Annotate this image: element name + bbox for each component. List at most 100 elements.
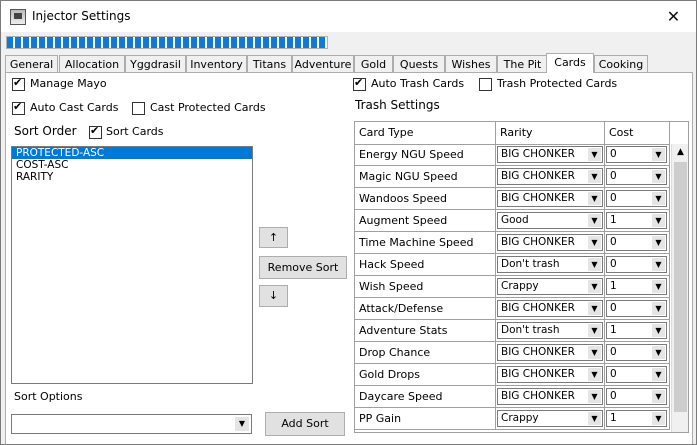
rarity-cell: BIG CHONKER ▼: [496, 188, 605, 210]
chevron-down-icon: ▼: [588, 324, 601, 337]
table-row: Daycare Speed BIG CHONKER ▼ 0 ▼: [355, 386, 670, 408]
rarity-select[interactable]: BIG CHONKER ▼: [497, 366, 603, 383]
sort-options-select[interactable]: ▼: [11, 414, 252, 434]
sort-cards-checkbox[interactable]: [89, 124, 102, 139]
card-type-cell: Magic NGU Speed: [355, 166, 496, 188]
rarity-select[interactable]: BIG CHONKER ▼: [497, 344, 603, 361]
chevron-down-icon: ▼: [588, 148, 601, 161]
auto-trash-cards-label: Auto Trash Cards: [371, 77, 465, 90]
chevron-down-icon: ▼: [588, 346, 601, 359]
rarity-select[interactable]: Crappy ▼: [497, 278, 603, 295]
cost-cell: 1 ▼: [605, 276, 670, 298]
rarity-select[interactable]: BIG CHONKER ▼: [497, 146, 603, 163]
tab-gold[interactable]: Gold: [354, 55, 393, 73]
cost-select[interactable]: 0 ▼: [606, 300, 667, 317]
cost-cell: 0 ▼: [605, 232, 670, 254]
rarity-select[interactable]: Good ▼: [497, 212, 603, 229]
tab-titans[interactable]: Titans: [247, 55, 292, 73]
column-header-rarity[interactable]: Rarity: [496, 122, 605, 144]
rarity-value: Crappy: [501, 412, 539, 424]
cost-select[interactable]: 0 ▼: [606, 190, 667, 207]
column-header-cost[interactable]: Cost: [605, 122, 670, 144]
cost-select[interactable]: 0 ▼: [606, 388, 667, 405]
manage-mayo-checkbox[interactable]: [12, 76, 25, 91]
auto-cast-cards-label: Auto Cast Cards: [30, 101, 119, 114]
tab-allocation[interactable]: Allocation: [59, 55, 125, 73]
tab-quests[interactable]: Quests: [393, 55, 445, 73]
cost-select[interactable]: 0 ▼: [606, 344, 667, 361]
rarity-select[interactable]: Don't trash ▼: [497, 322, 603, 339]
scroll-up-icon[interactable]: ▲: [672, 144, 688, 160]
rarity-value: Crappy: [501, 280, 539, 292]
tab-yggdrasil[interactable]: Yggdrasil: [125, 55, 186, 73]
window-title: Injector Settings: [32, 9, 131, 23]
cost-value: 1: [610, 214, 617, 226]
chevron-down-icon: ▼: [652, 214, 665, 227]
cost-select[interactable]: 1 ▼: [606, 410, 667, 427]
card-type-cell: Augment Speed: [355, 210, 496, 232]
grid-scrollbar[interactable]: ▲: [671, 144, 688, 432]
tab-cooking[interactable]: Cooking: [594, 55, 648, 73]
list-item[interactable]: RARITY: [12, 171, 252, 183]
cost-select[interactable]: 1 ▼: [606, 322, 667, 339]
table-row: PP Gain Crappy ▼ 1 ▼: [355, 408, 670, 430]
chevron-down-icon: ▼: [652, 148, 665, 161]
auto-cast-cards-checkbox[interactable]: [12, 100, 25, 115]
card-type-cell: Time Machine Speed: [355, 232, 496, 254]
chevron-down-icon: ▼: [652, 302, 665, 315]
rarity-value: Don't trash: [501, 258, 560, 270]
rarity-select[interactable]: Crappy ▼: [497, 410, 603, 427]
cost-select[interactable]: 1 ▼: [606, 212, 667, 229]
rarity-value: Don't trash: [501, 324, 560, 336]
chevron-down-icon: ▼: [652, 390, 665, 403]
add-sort-button[interactable]: Add Sort: [265, 412, 345, 436]
list-item[interactable]: PROTECTED-ASC: [12, 147, 252, 159]
cost-value: 0: [610, 390, 617, 402]
rarity-select[interactable]: BIG CHONKER ▼: [497, 234, 603, 251]
list-item[interactable]: COST-ASC: [12, 159, 252, 171]
trash-protected-cards-checkbox[interactable]: [479, 78, 492, 91]
cost-select[interactable]: 0 ▼: [606, 256, 667, 273]
chevron-down-icon: ▼: [588, 368, 601, 381]
rarity-cell: BIG CHONKER ▼: [496, 232, 605, 254]
rarity-select[interactable]: BIG CHONKER ▼: [497, 388, 603, 405]
move-up-button[interactable]: ↑: [259, 227, 288, 248]
progress-fill: [7, 37, 327, 48]
tab-general[interactable]: General: [5, 55, 58, 73]
auto-trash-cards-checkbox[interactable]: [353, 76, 366, 91]
cost-select[interactable]: 0 ▼: [606, 366, 667, 383]
column-header-card-type[interactable]: Card Type: [355, 122, 496, 144]
sort-order-listbox[interactable]: PROTECTED-ASC COST-ASC RARITY: [11, 146, 253, 384]
tab-wishes[interactable]: Wishes: [445, 55, 497, 73]
tab-inventory[interactable]: Inventory: [186, 55, 247, 73]
rarity-select[interactable]: BIG CHONKER ▼: [497, 300, 603, 317]
move-down-button[interactable]: ↓: [259, 285, 288, 307]
table-row: Hack Speed Don't trash ▼ 0 ▼: [355, 254, 670, 276]
rarity-value: BIG CHONKER: [501, 368, 575, 380]
tab-cards[interactable]: Cards: [546, 53, 594, 73]
trash-protected-cards-label: Trash Protected Cards: [497, 77, 618, 90]
cost-select[interactable]: 0 ▼: [606, 234, 667, 251]
tab-the-pit[interactable]: The Pit: [497, 55, 548, 73]
rarity-select[interactable]: Don't trash ▼: [497, 256, 603, 273]
card-type-cell: Wandoos Speed: [355, 188, 496, 210]
scroll-thumb[interactable]: [674, 162, 687, 412]
cast-protected-cards-checkbox[interactable]: [132, 102, 145, 115]
card-type-cell: Hack Speed: [355, 254, 496, 276]
progress-bar: [6, 36, 328, 49]
rarity-cell: Crappy ▼: [496, 408, 605, 430]
cost-select[interactable]: 0 ▼: [606, 168, 667, 185]
cost-select[interactable]: 1 ▼: [606, 278, 667, 295]
cost-value: 0: [610, 236, 617, 248]
cost-value: 0: [610, 346, 617, 358]
rarity-value: BIG CHONKER: [501, 148, 575, 160]
table-row: Augment Speed Good ▼ 1 ▼: [355, 210, 670, 232]
tab-adventure[interactable]: Adventure: [292, 55, 354, 73]
cost-select[interactable]: 0 ▼: [606, 146, 667, 163]
rarity-value: BIG CHONKER: [501, 236, 575, 248]
rarity-value: Good: [501, 214, 529, 226]
remove-sort-button[interactable]: Remove Sort: [259, 256, 347, 279]
rarity-select[interactable]: BIG CHONKER ▼: [497, 168, 603, 185]
close-button[interactable]: ✕: [651, 1, 696, 32]
rarity-select[interactable]: BIG CHONKER ▼: [497, 190, 603, 207]
